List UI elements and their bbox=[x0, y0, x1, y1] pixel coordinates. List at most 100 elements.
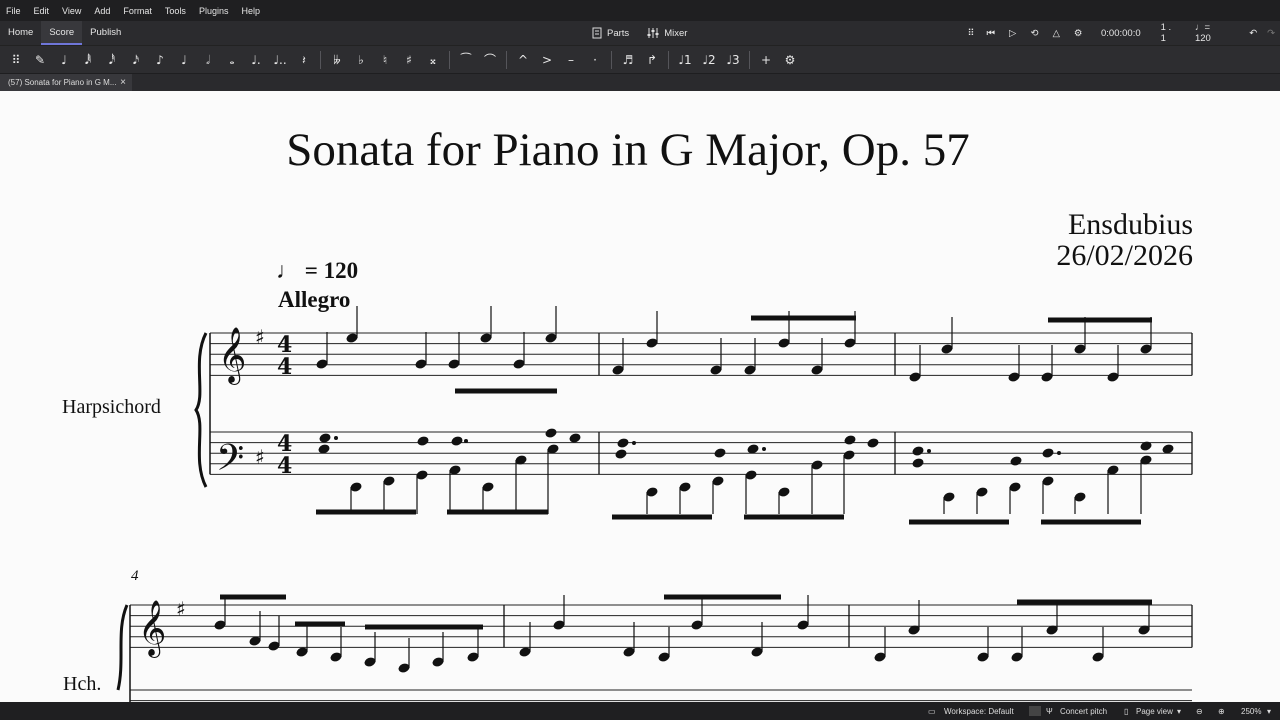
beam bbox=[751, 315, 856, 321]
notehead bbox=[615, 449, 627, 459]
rewind-icon[interactable]: ⏮ bbox=[980, 28, 1002, 39]
close-icon[interactable]: × bbox=[120, 74, 126, 91]
zoom-in-icon[interactable]: ⊕ bbox=[1218, 707, 1225, 716]
divider bbox=[320, 50, 321, 69]
note-input-toolbar: ⠿ ✎ ♩ 𝅘𝅥𝅱 𝅘𝅥𝅰 𝅘𝅥𝅯 ♪ ♩ 𝅗𝅥 𝅝 ♩. ♩.. 𝄽 𝄫 ♭ … bbox=[0, 45, 1280, 73]
drag-handle-icon[interactable]: ⠿ bbox=[4, 46, 28, 74]
drag-handle-icon[interactable]: ⠿ bbox=[962, 28, 980, 39]
tab-publish[interactable]: Publish bbox=[82, 21, 129, 45]
treble-clef: 𝄞 bbox=[138, 600, 166, 658]
view-mode-select[interactable]: Page view bbox=[1136, 707, 1173, 716]
customize-toolbar-icon[interactable]: ⚙ bbox=[778, 46, 802, 74]
time-signature-bottom: 4 bbox=[277, 354, 292, 380]
note-input-pen-icon[interactable]: ✎ bbox=[28, 46, 52, 74]
voice-1-icon[interactable]: ♩1 bbox=[673, 46, 697, 74]
score-title[interactable]: Sonata for Piano in G Major, Op. 57 bbox=[0, 123, 1256, 177]
undo-icon[interactable]: ↶ bbox=[1244, 28, 1262, 39]
tab-score[interactable]: Score bbox=[41, 21, 83, 45]
treble-clef: 𝄞 bbox=[218, 327, 246, 385]
notehead bbox=[912, 458, 924, 468]
position-display: 1 . 1 bbox=[1160, 22, 1172, 44]
notehead bbox=[1010, 456, 1022, 466]
64th-note-icon[interactable]: 𝅘𝅥𝅱 bbox=[76, 46, 100, 74]
mixer-label: Mixer bbox=[664, 27, 688, 39]
metronome-icon[interactable]: △ bbox=[1045, 28, 1067, 39]
zoom-level[interactable]: 250% bbox=[1241, 707, 1261, 716]
composer-block[interactable]: Ensdubius 26/02/2026 bbox=[1056, 209, 1193, 271]
32nd-note-icon[interactable]: 𝅘𝅥𝅰 bbox=[100, 46, 124, 74]
beam bbox=[612, 514, 712, 520]
double-dot-icon[interactable]: ♩.. bbox=[268, 46, 292, 74]
redo-icon[interactable]: ↷ bbox=[1262, 28, 1280, 39]
instrument-short-name[interactable]: Hch. bbox=[63, 673, 101, 696]
staccato-icon[interactable]: · bbox=[583, 46, 607, 74]
beam bbox=[447, 509, 548, 515]
menu-add[interactable]: Add bbox=[94, 6, 110, 16]
chevron-down-icon[interactable]: ▾ bbox=[1177, 707, 1181, 716]
marcato-icon[interactable]: ^ bbox=[511, 46, 535, 74]
augmentation-dot bbox=[464, 439, 468, 443]
16th-note-icon[interactable]: 𝅘𝅥𝅯 bbox=[124, 46, 148, 74]
document-tab[interactable]: (57) Sonata for Piano in G M... × bbox=[0, 74, 132, 92]
augmentation-dot bbox=[927, 449, 931, 453]
instrument-name[interactable]: Harpsichord bbox=[62, 396, 161, 419]
tie-icon[interactable]: ⁀ bbox=[454, 46, 478, 74]
menu-format[interactable]: Format bbox=[123, 6, 152, 16]
input-mode-icon[interactable]: ♩ bbox=[52, 46, 76, 74]
tuplet-icon[interactable]: ♬ bbox=[616, 46, 640, 74]
sharp-icon[interactable]: ♯ bbox=[397, 46, 421, 74]
notehead bbox=[1042, 448, 1054, 458]
workspace-label[interactable]: Workspace: Default bbox=[944, 707, 1014, 716]
composition-date: 26/02/2026 bbox=[1056, 239, 1193, 272]
menu-file[interactable]: File bbox=[6, 6, 21, 16]
playback-settings-icon[interactable]: ⚙ bbox=[1067, 28, 1089, 39]
chevron-down-icon[interactable]: ▾ bbox=[1267, 707, 1271, 716]
menu-plugins[interactable]: Plugins bbox=[199, 6, 229, 16]
voice-3-icon[interactable]: ♩3 bbox=[721, 46, 745, 74]
divider bbox=[749, 50, 750, 69]
whole-note-icon[interactable]: 𝅝 bbox=[220, 46, 244, 74]
time-signature-bottom: 4 bbox=[277, 453, 292, 479]
beam bbox=[1048, 317, 1152, 323]
tenuto-icon[interactable]: – bbox=[559, 46, 583, 74]
beam bbox=[909, 519, 1009, 525]
time-display: 0:00:00:0 bbox=[1101, 27, 1141, 39]
menu-edit[interactable]: Edit bbox=[34, 6, 50, 16]
double-sharp-icon[interactable]: 𝄪 bbox=[421, 46, 445, 74]
notehead bbox=[545, 428, 557, 438]
tab-home[interactable]: Home bbox=[0, 21, 41, 45]
beam bbox=[455, 388, 557, 394]
flip-direction-icon[interactable]: ↱ bbox=[640, 46, 664, 74]
loop-icon[interactable]: ⟲ bbox=[1024, 28, 1046, 39]
concert-pitch-toggle[interactable] bbox=[1029, 706, 1041, 716]
slur-icon[interactable]: ⌒ bbox=[478, 46, 502, 74]
natural-icon[interactable]: ♮ bbox=[373, 46, 397, 74]
page-view-icon: ▯ bbox=[1124, 706, 1129, 716]
voice-2-icon[interactable]: ♩2 bbox=[697, 46, 721, 74]
beam bbox=[664, 594, 781, 600]
menu-help[interactable]: Help bbox=[241, 6, 260, 16]
augmentation-dot-icon[interactable]: ♩. bbox=[244, 46, 268, 74]
zoom-out-icon[interactable]: ⊖ bbox=[1196, 707, 1203, 716]
add-icon[interactable]: + bbox=[754, 46, 778, 74]
divider bbox=[611, 50, 612, 69]
menu-bar: File Edit View Add Format Tools Plugins … bbox=[0, 0, 1280, 21]
score-canvas[interactable]: 𝄞 𝄢 ♯ ♯ 4 4 4 4 𝄞 ♯ Sonata for Piano in G Major, … bbox=[0, 91, 1280, 702]
accent-icon[interactable]: > bbox=[535, 46, 559, 74]
eighth-note-icon[interactable]: ♪ bbox=[148, 46, 172, 74]
rest-icon[interactable]: 𝄽 bbox=[292, 46, 316, 74]
flat-icon[interactable]: ♭ bbox=[349, 46, 373, 74]
menu-view[interactable]: View bbox=[62, 6, 81, 16]
concert-pitch-label[interactable]: Concert pitch bbox=[1060, 707, 1107, 716]
parts-button[interactable]: Parts bbox=[592, 27, 629, 39]
beam bbox=[365, 624, 483, 630]
half-note-icon[interactable]: 𝅗𝅥 bbox=[196, 46, 220, 74]
key-signature-sharp: ♯ bbox=[255, 445, 265, 469]
mixer-button[interactable]: Mixer bbox=[647, 27, 687, 39]
play-icon[interactable]: ▷ bbox=[1002, 28, 1024, 39]
quarter-note-icon[interactable]: ♩ bbox=[172, 46, 196, 74]
menu-tools[interactable]: Tools bbox=[165, 6, 186, 16]
double-flat-icon[interactable]: 𝄫 bbox=[325, 46, 349, 74]
parts-icon bbox=[592, 27, 602, 39]
top-navigation: Home Score Publish Parts Mixer ⠿ ⏮ ▷ ⟲ △… bbox=[0, 21, 1280, 45]
